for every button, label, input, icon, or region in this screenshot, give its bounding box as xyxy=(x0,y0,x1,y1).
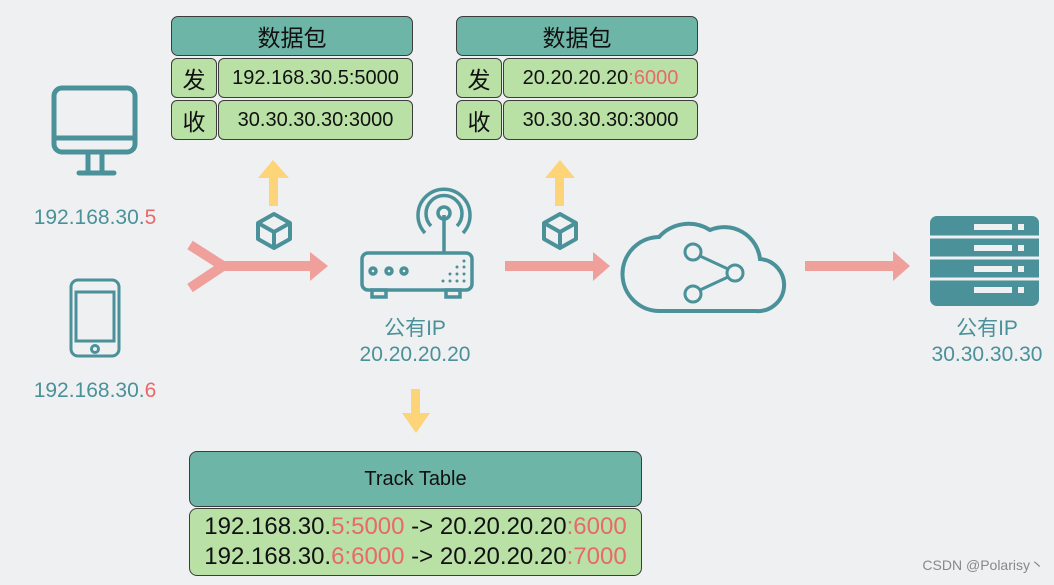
phone-ip-label: 192.168.30.6 xyxy=(20,378,170,404)
router-ip: 20.20.20.20 xyxy=(359,343,471,366)
track-table-row: 192.168.30.6:6000 -> 20.20.20.20:7000 xyxy=(204,542,626,572)
track-table-title: Track Table xyxy=(189,451,642,507)
upload-arrow-right xyxy=(545,160,575,206)
ip-host: 5 xyxy=(144,206,157,229)
router-label-title: 公有IP xyxy=(384,317,446,340)
mapping-arrow: -> xyxy=(404,513,440,540)
mapping-arrow: -> xyxy=(404,543,440,570)
dst-port: :6000 xyxy=(566,513,627,540)
server-label: 公有IP 30.30.30.30 xyxy=(912,316,1054,368)
desktop-icon xyxy=(51,85,138,176)
server-label-title: 公有IP xyxy=(956,317,1018,340)
router-label: 公有IP 20.20.20.20 xyxy=(340,316,490,368)
phone-icon xyxy=(69,278,121,358)
desktop-ip-label: 192.168.30.5 xyxy=(20,205,170,231)
router-lights xyxy=(441,259,466,283)
dst-ip: 20.20.20.20 xyxy=(439,513,567,540)
track-table-body: 192.168.30.5:5000 -> 20.20.20.20:6000 19… xyxy=(189,508,642,576)
src-prefix: 192.168.30. xyxy=(204,543,332,570)
src-prefix: 192.168.30. xyxy=(204,513,332,540)
flow-arrowhead xyxy=(310,252,328,281)
package-icon xyxy=(256,212,292,250)
ip-prefix: 192.168.30. xyxy=(33,379,145,402)
watermark: CSDN @Polarisy丶 xyxy=(922,557,1044,573)
upload-arrow-left xyxy=(258,160,289,206)
dst-port: :7000 xyxy=(566,543,627,570)
package-icon xyxy=(542,212,578,250)
router-icon xyxy=(360,187,474,299)
src-host-port: 6:6000 xyxy=(331,543,405,570)
dst-ip: 20.20.20.20 xyxy=(439,543,567,570)
track-table-row: 192.168.30.5:5000 -> 20.20.20.20:6000 xyxy=(204,512,626,542)
merge-flow-arrow xyxy=(187,240,312,293)
server-ip: 30.30.30.30 xyxy=(931,343,1043,366)
server-icon xyxy=(930,216,1039,306)
src-host-port: 5:5000 xyxy=(331,513,405,540)
track-table: Track Table 192.168.30.5:5000 -> 20.20.2… xyxy=(189,451,642,576)
ip-prefix: 192.168.30. xyxy=(33,206,145,229)
ip-host: 6 xyxy=(144,379,157,402)
cloud-share-icon xyxy=(620,221,786,314)
flow-arrow-cloud-server xyxy=(805,251,910,281)
flow-arrow-router-cloud xyxy=(505,252,610,281)
download-arrow xyxy=(402,389,430,433)
